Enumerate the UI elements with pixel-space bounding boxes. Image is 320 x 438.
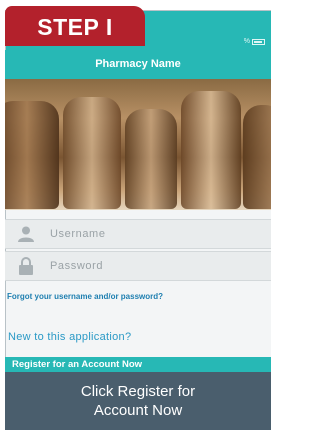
bottle-shape [243,105,271,209]
step-label: STEP I [5,6,145,46]
status-text: % [243,38,250,45]
bottle-shape [181,91,241,209]
caption-line-1: Click Register for [80,383,196,400]
app-title: Pharmacy Name [5,50,271,79]
bottle-shape [63,97,121,209]
caption-line-2: Account Now [93,402,183,419]
new-user-prompt: New to this application? [8,331,132,343]
forgot-credentials-link[interactable]: Forgot your username and/or password? [7,292,163,301]
username-input[interactable] [50,228,250,240]
lock-icon [14,255,38,277]
battery-icon [252,38,265,45]
instruction-caption: Click Register for Account Now [5,372,271,430]
register-button[interactable]: Register for an Account Now [5,357,271,372]
username-row [5,219,271,249]
password-input[interactable] [50,260,250,272]
bottle-shape [125,109,177,209]
status-indicators: % [244,38,265,45]
user-icon [14,223,38,245]
hero-image [5,79,271,210]
password-row [5,251,271,281]
bottle-shape [5,101,59,209]
